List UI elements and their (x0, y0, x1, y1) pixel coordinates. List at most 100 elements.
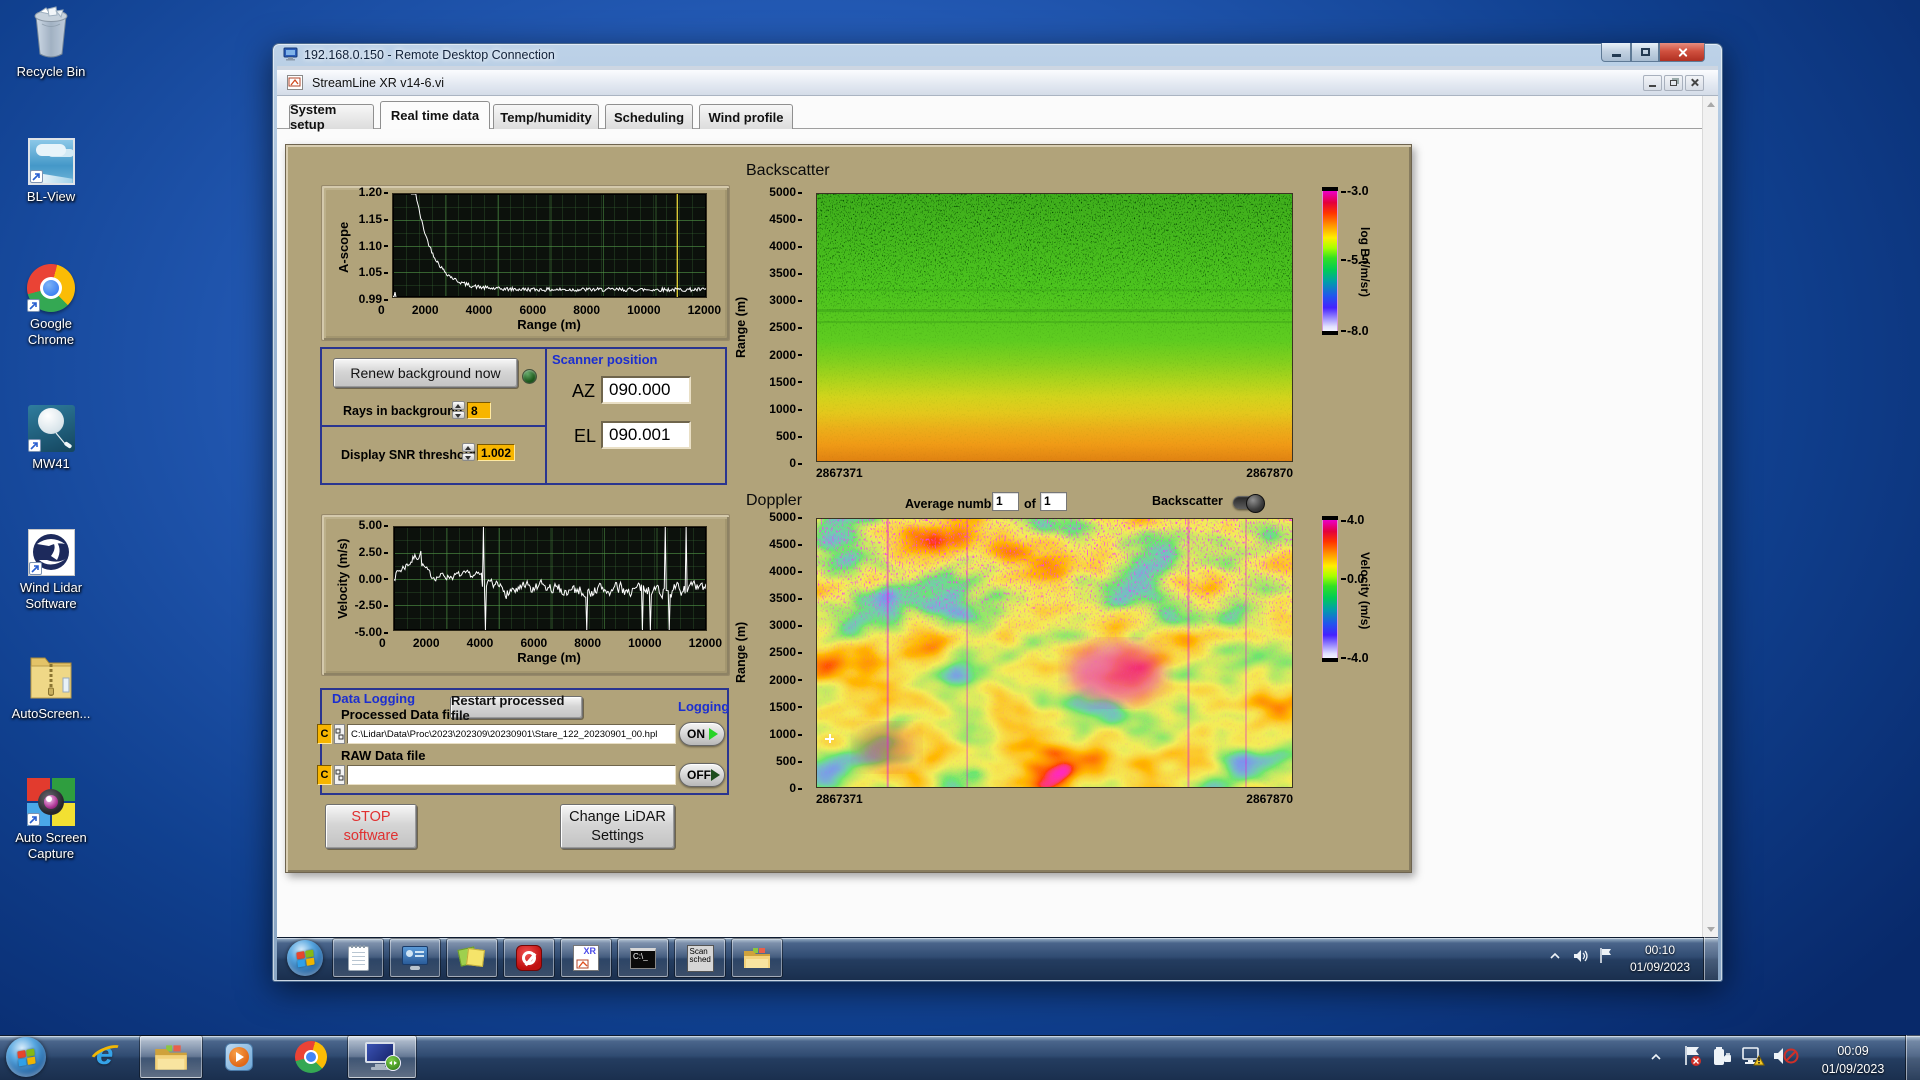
doppler-heatmap (816, 518, 1293, 788)
raw-drive-badge[interactable]: C (317, 765, 332, 785)
az-value-field[interactable]: 090.000 (601, 376, 691, 404)
spin-down-icon[interactable] (452, 410, 465, 419)
logging-label: Logging (678, 699, 730, 714)
path-browse-icon[interactable] (334, 724, 345, 744)
vi-minimize-button[interactable] (1643, 74, 1662, 91)
spin-down-icon[interactable] (462, 452, 475, 461)
tab-real-time-data[interactable]: Real time data (380, 101, 490, 129)
vi-restore-button[interactable] (1664, 74, 1683, 91)
raw-logging-off-switch[interactable]: OFF (679, 763, 725, 787)
raw-data-path-field[interactable] (347, 765, 676, 785)
remote-tray-volume-icon[interactable] (1572, 948, 1590, 964)
host-taskbar-remote-desktop[interactable] (348, 1036, 416, 1078)
restart-processed-file-button[interactable]: Restart processed file (450, 693, 583, 723)
command-prompt-icon: C:\_ (630, 947, 656, 969)
close-icon (1677, 47, 1688, 58)
mw41-icon (27, 398, 75, 452)
rdp-close-button[interactable] (1659, 43, 1705, 62)
rdp-maximize-button[interactable] (1631, 43, 1659, 62)
ascope-trace (393, 194, 706, 297)
rays-spinner[interactable] (452, 401, 465, 419)
remote-taskbar-display-settings[interactable] (390, 939, 440, 977)
backscatter-toggle[interactable] (1233, 494, 1265, 513)
remote-taskbar-scan-scheduler[interactable]: Scan sched (675, 939, 725, 977)
ascope-plot (392, 193, 707, 298)
tab-wind-profile[interactable]: Wind profile (699, 104, 793, 129)
doppler-x-start: 2867371 (816, 792, 863, 806)
desktop-icon-recycle-bin[interactable]: Recycle Bin (6, 6, 96, 80)
ascope-y-axis-label: A-scope (336, 221, 351, 274)
snr-spinner[interactable] (462, 443, 475, 461)
recycle-bin-icon (28, 6, 74, 60)
host-tray-volume-muted-icon[interactable] (1772, 1044, 1800, 1068)
remote-tray-expand-icon[interactable] (1549, 951, 1561, 961)
scroll-up-icon[interactable] (1705, 98, 1717, 110)
remote-taskbar-sticky-notes[interactable] (447, 939, 497, 977)
scroll-down-icon[interactable] (1705, 923, 1717, 935)
internet-explorer-icon: e (87, 1036, 127, 1074)
desktop-icon-bl-view[interactable]: BL-View (6, 131, 96, 205)
processed-drive-badge[interactable]: C (317, 724, 332, 744)
spin-up-icon[interactable] (462, 443, 475, 452)
host-tray-action-center-icon[interactable] (1682, 1044, 1704, 1068)
velocity-trace (394, 527, 706, 630)
processed-logging-on-switch[interactable]: ON (679, 722, 725, 746)
stop-software-button[interactable]: STOP software (325, 804, 417, 849)
el-value-field[interactable]: 090.001 (601, 421, 691, 449)
path-browse-icon[interactable] (334, 765, 345, 785)
remote-clock[interactable]: 00:10 01/09/2023 (1622, 942, 1698, 977)
host-start-button[interactable] (6, 1037, 46, 1077)
el-label: EL (574, 426, 597, 446)
remote-tray-action-center-icon[interactable] (1598, 947, 1614, 964)
remote-taskbar-stop-power[interactable] (504, 939, 554, 977)
host-tray-network-icon[interactable] (1740, 1044, 1766, 1068)
remote-start-button[interactable] (287, 940, 323, 976)
host-tray-power-icon[interactable] (1710, 1044, 1734, 1068)
chrome-icon (295, 1041, 327, 1073)
snr-threshold-label: Display SNR threshold (341, 448, 476, 462)
desktop-icon-wind-lidar[interactable]: Wind Lidar Software (6, 522, 96, 611)
host-taskbar-media-player[interactable] (212, 1036, 266, 1078)
sticky-notes-icon (457, 946, 485, 970)
shortcut-arrow-icon (28, 562, 42, 575)
processed-data-path-field[interactable]: C:\Lidar\Data\Proc\2023\202309\20230901\… (347, 724, 676, 744)
snr-value-field[interactable]: 1.002 (477, 444, 515, 461)
tab-scheduling[interactable]: Scheduling (605, 104, 693, 129)
backscatter-x-end: 2867870 (1246, 466, 1293, 480)
folder-icon (155, 1044, 187, 1070)
change-lidar-settings-button[interactable]: Change LiDAR Settings (560, 804, 675, 849)
rays-value-field[interactable]: 8 (467, 402, 491, 419)
host-taskbar-internet-explorer[interactable]: e (80, 1036, 134, 1078)
rdp-minimize-button[interactable] (1601, 43, 1631, 62)
average-number-field[interactable]: 1 (992, 492, 1019, 511)
remote-show-desktop-button[interactable] (1704, 937, 1718, 980)
desktop-icon-mw41[interactable]: MW41 (6, 398, 96, 472)
remote-taskbar-notepad[interactable] (333, 939, 383, 977)
host-clock[interactable]: 00:09 01/09/2023 (1806, 1042, 1900, 1078)
vertical-scrollbar[interactable] (1702, 96, 1718, 937)
host-show-desktop-button[interactable] (1906, 1035, 1920, 1080)
plot-cursor-icon (825, 734, 834, 743)
vi-close-button[interactable] (1685, 74, 1704, 91)
led-arrow-icon (709, 728, 718, 740)
average-total-field[interactable]: 1 (1040, 492, 1067, 511)
host-tray-expand-icon[interactable] (1650, 1052, 1662, 1062)
renew-background-button[interactable]: Renew background now (333, 358, 518, 388)
backscatter-y-ticks: 5000 4500 4000 3500 3000 2500 2000 1500 1000 500 0 (752, 186, 802, 469)
remote-taskbar-labview-xr[interactable]: XR (561, 939, 611, 977)
bl-view-icon (27, 131, 75, 185)
remote-taskbar-explorer[interactable] (732, 939, 782, 977)
host-taskbar-chrome[interactable] (283, 1036, 339, 1078)
desktop-icon-google-chrome[interactable]: Google Chrome (6, 258, 96, 347)
host-taskbar-windows-explorer[interactable] (140, 1036, 202, 1078)
minimize-icon (1611, 53, 1621, 57)
folder-icon (744, 948, 770, 968)
tab-temp-humidity[interactable]: Temp/humidity (493, 104, 599, 129)
spin-up-icon[interactable] (452, 401, 465, 410)
desktop-icon-auto-screen-capture[interactable]: Auto Screen Capture (6, 772, 96, 861)
ascope-y-ticks: 1.20 1.15 1.10 1.05 0.99 (350, 186, 388, 305)
chrome-icon (27, 258, 75, 312)
desktop-icon-autoscreen-zip[interactable]: AutoScreen... (6, 648, 96, 722)
tab-system-setup[interactable]: System setup (289, 102, 374, 132)
remote-taskbar-command-prompt[interactable]: C:\_ (618, 939, 668, 977)
